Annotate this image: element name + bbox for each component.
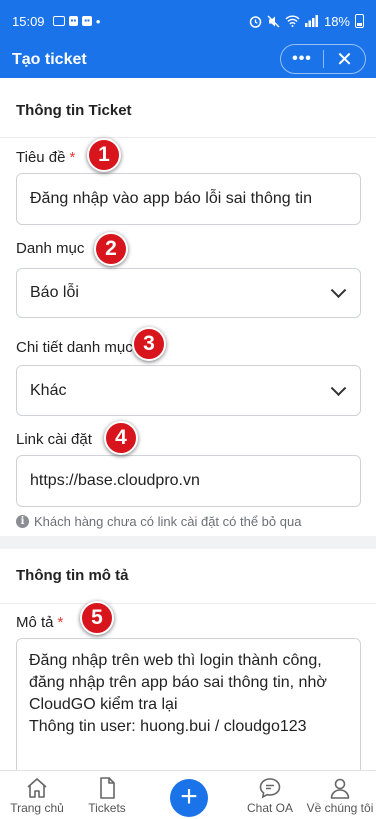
info-icon: i xyxy=(16,515,29,528)
wifi-icon xyxy=(285,15,300,27)
description-textarea[interactable]: Đăng nhập trên web thì login thành công,… xyxy=(16,638,361,770)
nav-tickets[interactable]: Tickets xyxy=(74,771,140,819)
chat-icon xyxy=(258,777,282,799)
mute-icon xyxy=(267,15,280,27)
annotation-marker-5: 5 xyxy=(80,601,114,635)
nav-home[interactable]: Trang chủ xyxy=(0,771,74,819)
status-bar: 15:09 ▪▪ ▪▪ • 18% xyxy=(0,0,376,42)
description-label: Mô tả * xyxy=(16,614,63,631)
alarm-icon xyxy=(249,15,262,28)
app-notification-icon: ▪▪ xyxy=(68,16,79,26)
subject-input[interactable]: Đăng nhập vào app báo lỗi sai thông tin xyxy=(16,173,361,225)
install-link-label: Link cài đặt xyxy=(16,431,92,448)
notification-icons: ▪▪ ▪▪ • xyxy=(52,13,101,29)
description-section-title: Thông tin mô tả xyxy=(16,567,129,584)
ticket-info-card: Thông tin Ticket Tiêu đề * Đăng nhập vào … xyxy=(0,78,376,536)
status-time: 15:09 xyxy=(12,13,45,29)
subject-label: Tiêu đề * xyxy=(16,149,75,166)
subject-label-text: Tiêu đề xyxy=(16,149,66,166)
bottom-nav: Trang chủ Tickets + Chat OA Về chúng tôi xyxy=(0,770,376,819)
page-title: Tạo ticket xyxy=(12,51,87,68)
subject-value: Đăng nhập vào app báo lỗi sai thông tin xyxy=(30,190,312,207)
category-label: Danh mục xyxy=(16,240,85,257)
close-button[interactable]: ✕ xyxy=(324,47,365,72)
app-notification-icon-2: ▪▪ xyxy=(82,16,92,26)
home-icon xyxy=(25,777,49,799)
add-ticket-button[interactable]: + xyxy=(170,779,208,817)
category-detail-select[interactable]: Khác xyxy=(16,365,361,416)
nav-chat[interactable]: Chat OA xyxy=(236,771,304,819)
annotation-marker-3: 3 xyxy=(132,327,166,361)
app-bar: Tạo ticket ••• ✕ xyxy=(0,42,376,78)
install-link-hint: i Khách hàng chưa có link cài đặt có thể… xyxy=(16,514,301,529)
mini-app-capsule: ••• ✕ xyxy=(280,44,366,74)
install-link-input[interactable]: https://base.cloudpro.vn xyxy=(16,455,361,507)
nav-chat-label: Chat OA xyxy=(246,801,294,815)
annotation-marker-4: 4 xyxy=(104,421,138,455)
section-divider xyxy=(0,603,376,604)
category-value: Báo lỗi xyxy=(30,284,79,301)
ticket-section-title: Thông tin Ticket xyxy=(16,102,132,119)
dot-icon: • xyxy=(95,13,101,29)
chevron-down-icon xyxy=(330,379,347,396)
nav-about-label: Về chúng tôi xyxy=(306,801,374,815)
category-detail-label: Chi tiết danh mục xyxy=(16,339,133,356)
install-link-value: https://base.cloudpro.vn xyxy=(30,472,200,489)
description-label-text: Mô tả xyxy=(16,614,54,631)
annotation-marker-1: 1 xyxy=(87,138,121,172)
annotation-marker-2: 2 xyxy=(94,232,128,266)
battery-icon xyxy=(355,14,364,28)
signal-icon xyxy=(304,15,318,27)
required-mark: * xyxy=(57,614,64,631)
nav-home-label: Trang chủ xyxy=(10,801,64,815)
form-content[interactable]: Thông tin Ticket Tiêu đề * Đăng nhập vào … xyxy=(0,78,376,770)
more-options-button[interactable]: ••• xyxy=(281,50,323,68)
status-right: 18% xyxy=(249,14,364,29)
user-icon xyxy=(329,777,351,799)
battery-percent: 18% xyxy=(323,13,350,29)
section-divider xyxy=(0,137,376,138)
document-icon xyxy=(97,777,117,799)
nav-tickets-label: Tickets xyxy=(88,801,126,815)
nav-about[interactable]: Về chúng tôi xyxy=(304,771,376,819)
gallery-icon xyxy=(52,16,65,26)
category-select[interactable]: Báo lỗi xyxy=(16,268,361,318)
category-detail-value: Khác xyxy=(30,381,67,399)
chevron-down-icon xyxy=(330,282,347,299)
required-mark: * xyxy=(69,149,76,166)
hint-text: Khách hàng chưa có link cài đặt có thể b… xyxy=(34,514,302,529)
